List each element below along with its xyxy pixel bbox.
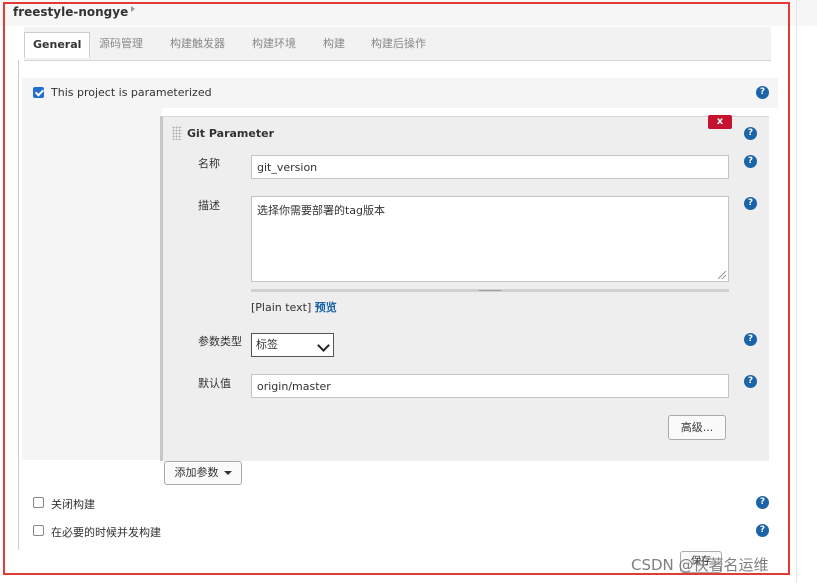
- tab-build[interactable]: 构建: [323, 35, 345, 51]
- parameterized-label[interactable]: This project is parameterized: [51, 86, 212, 99]
- add-parameter-label: 添加参数: [174, 466, 219, 479]
- git-parameter-title: Git Parameter: [187, 127, 274, 140]
- name-help-icon[interactable]: ?: [744, 155, 757, 168]
- parameter-indent: [22, 108, 162, 460]
- disable-build-label[interactable]: 关闭构建: [51, 496, 95, 512]
- advanced-button[interactable]: 高级...: [668, 415, 726, 440]
- tab-build-environment[interactable]: 构建环境: [252, 35, 296, 51]
- tab-build-triggers[interactable]: 构建触发器: [170, 35, 225, 51]
- parameter-type-select[interactable]: 标签: [251, 333, 334, 357]
- description-textarea[interactable]: 选择你需要部署的tag版本: [251, 196, 729, 282]
- parameterized-help-icon[interactable]: ?: [756, 86, 769, 99]
- breadcrumb-arrow-icon[interactable]: [131, 6, 135, 12]
- disable-build-checkbox[interactable]: [33, 497, 44, 508]
- parameterized-checkbox[interactable]: [33, 87, 44, 98]
- tab-post-build[interactable]: 构建后操作: [371, 35, 426, 51]
- description-help-icon[interactable]: ?: [744, 197, 757, 210]
- resize-grip-icon[interactable]: [718, 271, 726, 279]
- default-value-help-icon[interactable]: ?: [744, 375, 757, 388]
- parameter-type-label: 参数类型: [198, 335, 242, 348]
- concurrent-build-help-icon[interactable]: ?: [756, 524, 769, 537]
- parameter-type-help-icon[interactable]: ?: [744, 333, 757, 346]
- preview-link[interactable]: 预览: [315, 301, 337, 314]
- tab-source-code[interactable]: 源码管理: [99, 35, 143, 51]
- markup-formatter-line: [Plain text] 预览: [251, 299, 337, 315]
- name-input[interactable]: [251, 155, 729, 179]
- tab-general[interactable]: General: [24, 32, 91, 58]
- git-parameter-help-icon[interactable]: ?: [744, 127, 757, 140]
- delete-parameter-button[interactable]: x: [708, 115, 732, 129]
- drag-handle-icon[interactable]: [172, 126, 182, 140]
- scrollbar-track: [796, 0, 797, 583]
- name-label: 名称: [198, 157, 220, 170]
- default-value-input[interactable]: [251, 374, 729, 398]
- job-name-link[interactable]: freestyle-nongye: [13, 5, 128, 19]
- concurrent-build-checkbox[interactable]: [33, 525, 44, 536]
- caret-down-icon: [223, 471, 232, 475]
- description-label: 描述: [198, 199, 220, 212]
- parameter-type-value: 标签: [256, 338, 278, 351]
- textarea-drag-bar[interactable]: [251, 289, 729, 292]
- concurrent-build-label[interactable]: 在必要的时候并发构建: [51, 524, 161, 540]
- plain-text-label: [Plain text]: [251, 301, 312, 314]
- description-text: 选择你需要部署的tag版本: [257, 204, 386, 217]
- add-parameter-button[interactable]: 添加参数: [164, 461, 242, 485]
- watermark: CSDN @佚著名运维: [631, 556, 769, 574]
- default-value-label: 默认值: [198, 377, 231, 390]
- disable-build-help-icon[interactable]: ?: [756, 496, 769, 509]
- config-tab-bar: General 源码管理 构建触发器 构建环境 构建 构建后操作: [24, 27, 771, 61]
- chevron-down-icon: [317, 339, 330, 352]
